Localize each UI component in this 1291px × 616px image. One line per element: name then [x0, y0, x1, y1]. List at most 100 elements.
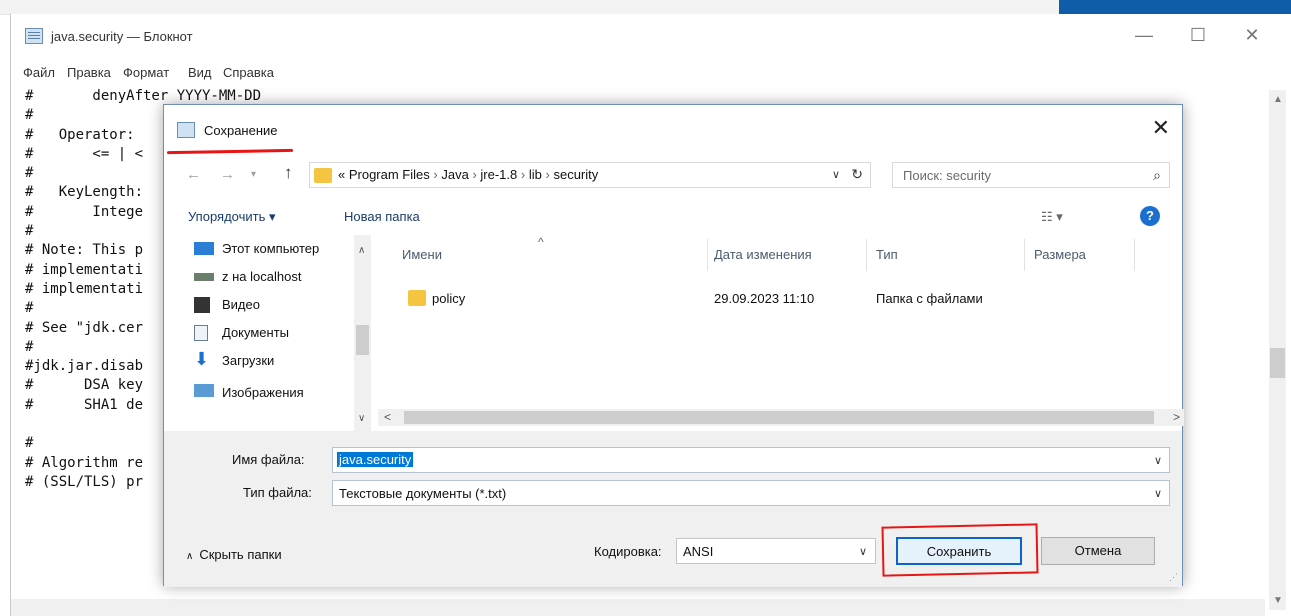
nav-item-network-drive[interactable]: z на localhost [194, 263, 354, 291]
chevron-down-icon[interactable]: ∨ [832, 168, 840, 181]
nav-item-label: Этот компьютер [222, 241, 320, 256]
notepad-horizontal-scrollbar[interactable] [11, 599, 1265, 616]
search-icon[interactable]: ⌕ [1153, 167, 1161, 184]
column-divider[interactable] [707, 239, 708, 271]
filetype-select[interactable]: Текстовые документы (*.txt) ∨ [332, 480, 1170, 506]
chevron-down-icon[interactable]: ∨ [1154, 454, 1162, 467]
column-header-name[interactable]: Имени [402, 247, 442, 262]
breadcrumb-security[interactable]: security [553, 167, 598, 182]
notepad-scroll-thumb[interactable] [1270, 348, 1285, 378]
folder-icon [314, 168, 332, 183]
nav-item-label: Загрузки [222, 353, 275, 368]
nav-item-label: z на localhost [222, 269, 302, 284]
filename-field[interactable]: java.security ∨ [332, 447, 1170, 473]
navigation-scroll-thumb[interactable] [356, 325, 369, 355]
file-list: ^ Имени Дата изменения Тип Размера polic… [378, 235, 1184, 409]
nav-item-pictures[interactable]: Изображения [194, 375, 354, 403]
filetype-label: Тип файла: [243, 485, 312, 500]
new-folder-button[interactable]: Новая папка [344, 209, 420, 224]
forward-arrow-icon[interactable]: → [220, 166, 235, 183]
organize-button[interactable]: Упорядочить ▾ [188, 209, 276, 225]
chevron-down-icon[interactable]: ∨ [859, 545, 867, 558]
back-arrow-icon[interactable]: ← [186, 166, 201, 183]
refresh-icon[interactable]: ↻ [851, 166, 863, 183]
navigation-pane-scrollbar[interactable]: ∧ ∨ [354, 235, 371, 431]
column-divider[interactable] [1024, 239, 1025, 271]
recent-locations-chevron-icon[interactable]: ▾ [251, 169, 256, 180]
encoding-select[interactable]: ANSI ∨ [676, 538, 876, 564]
column-divider[interactable] [866, 239, 867, 271]
minimize-icon[interactable]: — [1124, 20, 1164, 50]
documents-icon [194, 325, 208, 341]
menu-format[interactable]: Формат [123, 65, 169, 80]
dialog-toolbar: Упорядочить ▾ Новая папка ☷ ▾ ? [164, 201, 1182, 231]
save-dialog-title: Сохранение [204, 123, 278, 138]
scroll-up-icon[interactable]: ▲ [1273, 94, 1283, 105]
breadcrumb-java[interactable]: Java [441, 167, 468, 182]
hide-folders-label: Скрыть папки [199, 547, 282, 562]
breadcrumb-lib[interactable]: lib [529, 167, 542, 182]
table-row[interactable]: policy 29.09.2023 11:10 Папка с файлами [378, 285, 1184, 313]
background-window-accent [1059, 0, 1291, 14]
hide-folders-button[interactable]: ∧ Скрыть папки [186, 547, 282, 562]
save-dialog-title-bar[interactable]: Сохранение ✕ [164, 105, 1182, 149]
navigation-pane: Этот компьютер z на localhost Видео Доку… [164, 235, 354, 431]
menu-file[interactable]: Файл [23, 65, 55, 80]
filename-value[interactable]: java.security [337, 452, 414, 467]
column-header-size[interactable]: Размера [1034, 247, 1086, 262]
notepad-vertical-scrollbar[interactable]: ▲ ▼ [1269, 90, 1286, 610]
save-options-panel: Имя файла: java.security ∨ Тип файла: Те… [164, 431, 1182, 587]
nav-item-documents[interactable]: Документы [194, 319, 354, 347]
scroll-up-icon[interactable]: ∧ [358, 245, 365, 256]
file-name: policy [432, 291, 466, 306]
file-list-horizontal-scrollbar[interactable]: < > [378, 409, 1184, 426]
column-header-date[interactable]: Дата изменения [714, 247, 812, 262]
filetype-value: Текстовые документы (*.txt) [339, 486, 507, 501]
nav-item-downloads[interactable]: ⬇ Загрузки [194, 347, 354, 375]
search-placeholder: Поиск: security [903, 168, 992, 183]
scroll-right-icon[interactable]: > [1173, 410, 1180, 424]
column-header-type[interactable]: Тип [876, 247, 898, 262]
column-divider[interactable] [1134, 239, 1135, 271]
scroll-down-icon[interactable]: ▼ [1273, 595, 1283, 606]
filename-label: Имя файла: [232, 452, 305, 467]
scroll-left-icon[interactable]: < [384, 410, 391, 424]
resize-grip-icon[interactable]: ⋰ [1169, 572, 1178, 583]
video-icon [194, 297, 210, 313]
nav-item-label: Изображения [222, 385, 304, 400]
menu-edit[interactable]: Правка [67, 65, 111, 80]
horizontal-scroll-thumb[interactable] [404, 411, 1154, 424]
navigation-bar: ← → ▾ ↑ « Program Files › Java › jre-1.8… [164, 159, 1182, 191]
view-options-icon[interactable]: ☷ ▾ [1041, 209, 1063, 225]
maximize-icon[interactable]: ☐ [1178, 20, 1218, 50]
address-path[interactable]: « Program Files › Java › jre-1.8 › lib ›… [338, 167, 598, 182]
encoding-label: Кодировка: [594, 544, 662, 559]
breadcrumb-jre[interactable]: jre-1.8 [480, 167, 517, 182]
address-bar[interactable]: « Program Files › Java › jre-1.8 › lib ›… [309, 162, 871, 188]
menu-view[interactable]: Вид [188, 65, 212, 80]
breadcrumb-separator: › [520, 167, 526, 182]
annotation-underline [166, 148, 294, 155]
nav-item-label: Видео [222, 297, 260, 312]
save-dialog: Сохранение ✕ ← → ▾ ↑ « Program Files › J… [163, 104, 1184, 587]
cancel-button[interactable]: Отмена [1041, 537, 1155, 565]
notepad-icon [177, 122, 195, 138]
notepad-icon [25, 28, 43, 44]
nav-item-label: Документы [222, 325, 290, 340]
breadcrumb-program-files[interactable]: « Program Files [338, 167, 430, 182]
close-icon[interactable]: ✕ [1232, 20, 1272, 50]
up-arrow-icon[interactable]: ↑ [284, 163, 293, 183]
breadcrumb-separator: › [472, 167, 477, 182]
scroll-down-icon[interactable]: ∨ [358, 413, 365, 424]
close-icon[interactable]: ✕ [1152, 115, 1170, 141]
chevron-up-icon: ∧ [186, 551, 194, 562]
annotation-highlight-box [881, 523, 1039, 577]
chevron-down-icon[interactable]: ∨ [1154, 487, 1162, 500]
nav-item-video[interactable]: Видео [194, 291, 354, 319]
search-input[interactable]: Поиск: security ⌕ [892, 162, 1170, 188]
menu-help[interactable]: Справка [223, 65, 274, 80]
downloads-icon: ⬇ [194, 349, 210, 369]
notepad-title-bar[interactable]: java.security — Блокнот — ☐ ✕ [11, 14, 1291, 62]
help-icon[interactable]: ? [1140, 206, 1160, 226]
nav-item-this-pc[interactable]: Этот компьютер [194, 235, 354, 263]
